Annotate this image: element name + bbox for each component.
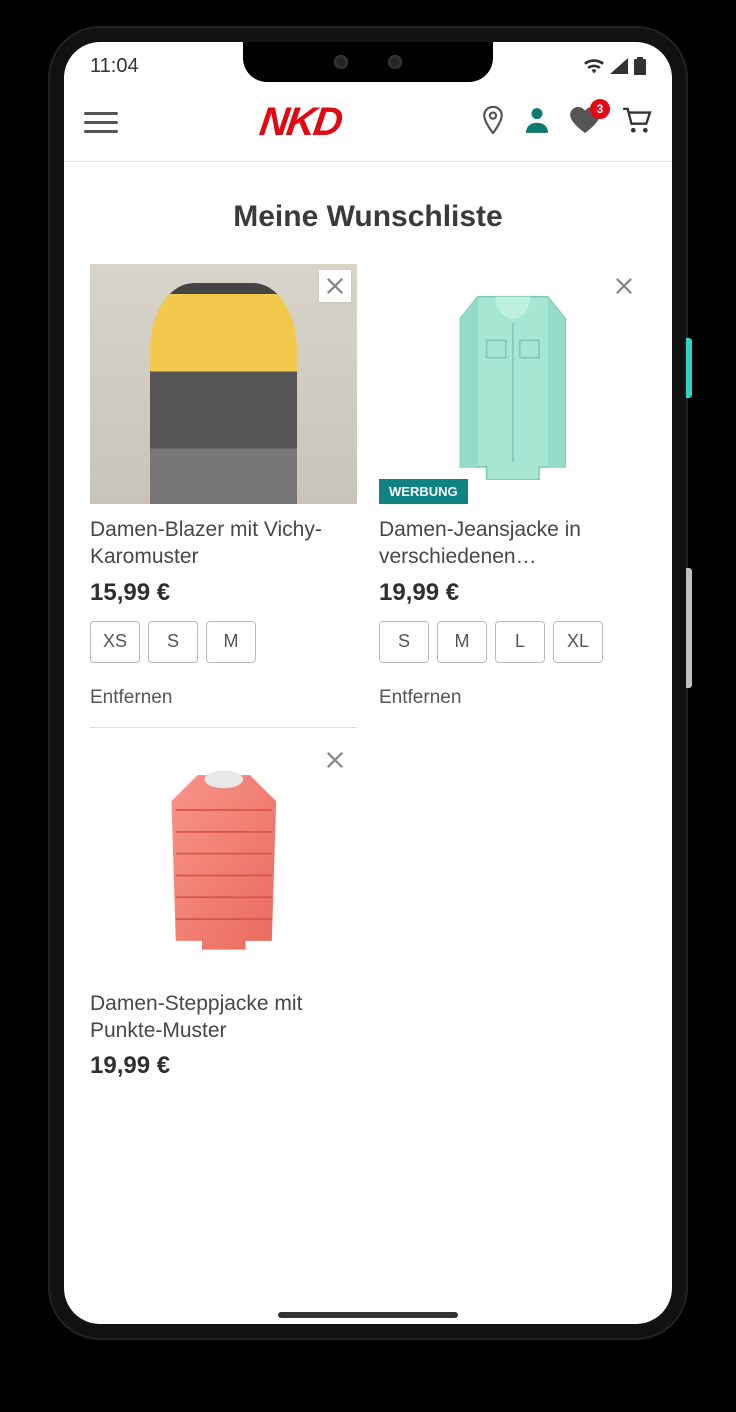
divider bbox=[90, 727, 357, 728]
size-option[interactable]: M bbox=[437, 621, 487, 663]
screen: 11:04 NKD 3 bbox=[64, 42, 672, 1324]
page-title: Meine Wunschliste bbox=[64, 162, 672, 264]
remove-icon-button[interactable] bbox=[319, 270, 351, 302]
ad-tag: WERBUNG bbox=[379, 479, 468, 504]
cart-button[interactable] bbox=[622, 107, 652, 138]
battery-icon bbox=[634, 57, 646, 75]
product-price: 15,99 € bbox=[90, 579, 357, 621]
size-option[interactable]: XS bbox=[90, 621, 140, 663]
close-icon bbox=[615, 277, 633, 295]
product-price: 19,99 € bbox=[90, 1052, 357, 1094]
close-icon bbox=[326, 751, 344, 769]
side-button bbox=[686, 338, 692, 398]
location-button[interactable] bbox=[482, 106, 504, 139]
person-icon bbox=[526, 107, 548, 133]
signal-icon bbox=[610, 58, 628, 74]
remove-icon-button[interactable] bbox=[608, 270, 640, 302]
device-frame: 11:04 NKD 3 bbox=[50, 28, 686, 1338]
product-grid: Damen-Blazer mit Vichy-Karomuster 15,99 … bbox=[64, 264, 672, 1094]
remove-link[interactable]: Entfernen bbox=[379, 687, 646, 717]
size-selector: S M L XL bbox=[379, 621, 646, 687]
menu-button[interactable] bbox=[84, 112, 118, 133]
product-title: Damen-Blazer mit Vichy-Karomuster bbox=[90, 504, 357, 579]
product-image[interactable] bbox=[90, 264, 357, 504]
product-image[interactable]: WERBUNG bbox=[379, 264, 646, 504]
product-card: WERBUNG Damen-Jeansjacke in verschiedene… bbox=[379, 264, 646, 728]
size-option[interactable]: S bbox=[148, 621, 198, 663]
product-card: Damen-Blazer mit Vichy-Karomuster 15,99 … bbox=[90, 264, 357, 728]
size-option[interactable]: S bbox=[379, 621, 429, 663]
account-button[interactable] bbox=[526, 107, 548, 138]
size-option[interactable]: XL bbox=[553, 621, 603, 663]
side-button bbox=[686, 568, 692, 688]
size-option[interactable]: M bbox=[206, 621, 256, 663]
wishlist-badge: 3 bbox=[590, 99, 610, 119]
product-title: Damen-Steppjacke mit Punkte-Muster bbox=[90, 978, 357, 1053]
product-card: Damen-Steppjacke mit Punkte-Muster 19,99… bbox=[90, 738, 357, 1095]
wifi-icon bbox=[584, 58, 604, 74]
brand-logo[interactable]: NKD bbox=[256, 100, 343, 145]
size-selector: XS S M bbox=[90, 621, 357, 687]
jacket-illustration bbox=[406, 288, 620, 480]
app-header: NKD 3 bbox=[64, 90, 672, 162]
remove-link[interactable]: Entfernen bbox=[90, 687, 357, 717]
home-indicator bbox=[278, 1312, 458, 1318]
cart-icon bbox=[622, 107, 652, 133]
product-image[interactable] bbox=[90, 738, 357, 978]
close-icon bbox=[326, 277, 344, 295]
status-time: 11:04 bbox=[90, 55, 139, 78]
pin-icon bbox=[482, 106, 504, 134]
product-price: 19,99 € bbox=[379, 579, 646, 621]
puffer-illustration bbox=[117, 762, 331, 954]
product-title: Damen-Jeansjacke in verschiedenen… bbox=[379, 504, 646, 579]
remove-icon-button[interactable] bbox=[319, 744, 351, 776]
device-notch bbox=[243, 42, 493, 82]
size-option[interactable]: L bbox=[495, 621, 545, 663]
wishlist-button[interactable]: 3 bbox=[570, 107, 600, 138]
